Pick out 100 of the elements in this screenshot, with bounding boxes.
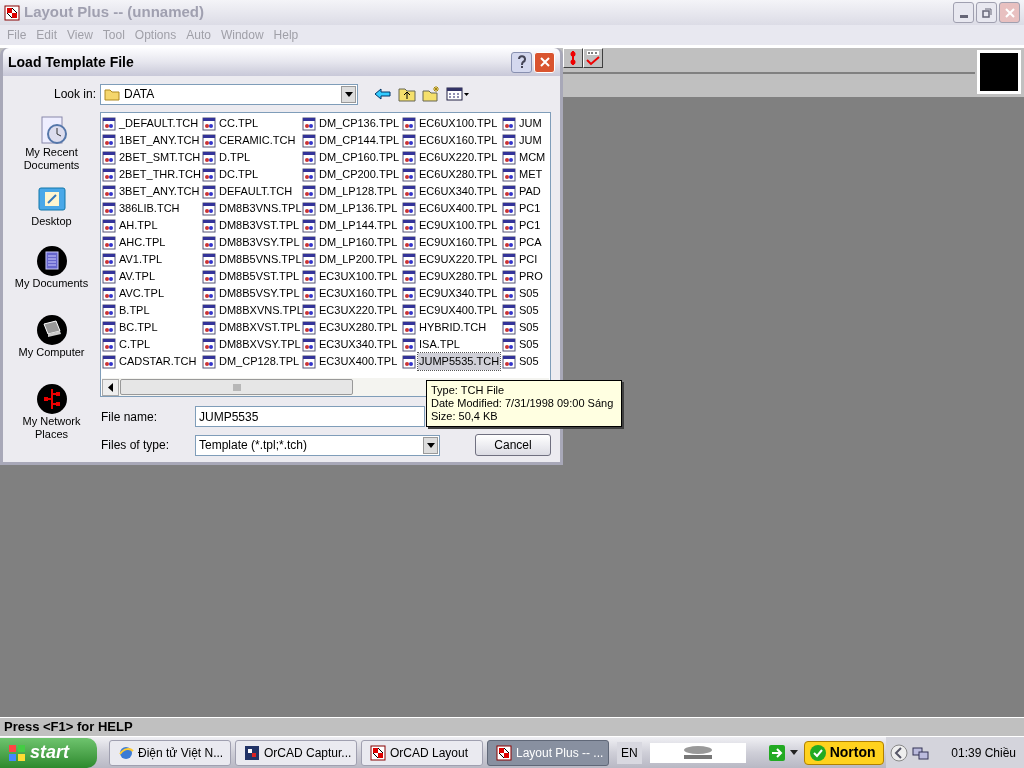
list-entry[interactable]: EC6UX340.TPL [418,183,499,200]
list-entry[interactable]: DC.TPL [218,166,260,183]
list-entry[interactable]: DM8BXVNS.TPL [218,302,304,319]
list-entry[interactable]: EC3UX400.TPL [318,353,399,370]
list-entry[interactable]: EC3UX100.TPL [318,268,399,285]
minimize-button[interactable] [953,2,974,23]
list-entry[interactable]: DM_LP128.TPL [318,183,399,200]
list-entry[interactable]: BC.TPL [118,319,159,336]
close-button[interactable] [999,2,1020,23]
list-entry[interactable]: EC9UX340.TPL [418,285,499,302]
list-entry[interactable]: DM8B5VST.TPL [218,268,301,285]
network-icon[interactable] [911,744,930,761]
list-entry[interactable]: DM8B5VNS.TPL [218,251,303,268]
list-entry[interactable]: C.TPL [118,336,152,353]
back-arrow-icon[interactable] [374,87,392,101]
toolbar-button[interactable] [563,48,583,68]
file-name-field[interactable]: JUMP5535 [195,406,425,427]
list-entry[interactable]: AVC.TPL [118,285,166,302]
list-entry[interactable]: EC6UX220.TPL [418,149,499,166]
list-entry[interactable]: DM8B5VSY.TPL [218,285,301,302]
dropdown-arrow-icon[interactable] [789,749,798,756]
scroll-thumb[interactable] [120,379,353,395]
list-entry[interactable]: JUMP5535.TCH [418,353,501,370]
list-entry[interactable]: DM8BXVSY.TPL [218,336,302,353]
list-entry[interactable]: PCA [518,234,543,251]
list-entry[interactable]: PRO [518,268,544,285]
list-entry[interactable]: MET [518,166,544,183]
list-entry[interactable]: DEFAULT.TCH [218,183,294,200]
list-entry[interactable]: EC9UX160.TPL [418,234,499,251]
list-entry[interactable]: S05 [518,285,540,302]
list-entry[interactable]: AHC.TPL [118,234,167,251]
list-entry[interactable]: JUM [518,132,543,149]
list-entry[interactable]: EC6UX160.TPL [418,132,499,149]
list-entry[interactable]: JUM [518,115,543,132]
list-entry[interactable]: DM_LP200.TPL [318,251,399,268]
list-entry[interactable]: DM_CP144.TPL [318,132,401,149]
help-button[interactable] [511,51,532,73]
places-item[interactable]: My Network Places [7,383,96,448]
list-entry[interactable]: D.TPL [218,149,252,166]
list-entry[interactable]: 1BET_ANY.TCH [118,132,201,149]
list-entry[interactable]: CADSTAR.TCH [118,353,198,370]
places-item[interactable]: My Documents [7,245,96,310]
list-entry[interactable]: DM_CP128.TPL [218,353,301,370]
taskbar-button[interactable]: OrCAD Captur... [235,739,357,766]
list-entry[interactable]: DM_CP160.TPL [318,149,401,166]
list-entry[interactable]: DM_LP160.TPL [318,234,399,251]
list-entry[interactable]: B.TPL [118,302,151,319]
list-entry[interactable]: EC3UX340.TPL [318,336,399,353]
color-swatch[interactable] [977,50,1021,94]
list-entry[interactable]: 3BET_ANY.TCH [118,183,201,200]
list-entry[interactable]: AH.TPL [118,217,159,234]
list-entry[interactable]: EC3UX280.TPL [318,319,399,336]
chevron-left-icon[interactable] [889,743,908,762]
list-entry[interactable]: CC.TPL [218,115,260,132]
list-entry[interactable]: CERAMIC.TCH [218,132,297,149]
list-entry[interactable]: EC9UX100.TPL [418,217,499,234]
list-entry[interactable]: AV1.TPL [118,251,164,268]
list-entry[interactable]: DM8BXVST.TPL [218,319,302,336]
list-entry[interactable]: EC6UX280.TPL [418,166,499,183]
list-entry[interactable]: S05 [518,353,540,370]
list-entry[interactable]: S05 [518,302,540,319]
list-entry[interactable]: EC3UX160.TPL [318,285,399,302]
norton-button[interactable]: Norton [803,740,884,765]
list-entry[interactable]: PC1 [518,217,542,234]
places-item[interactable]: My Computer [7,314,96,379]
list-entry[interactable]: PAD [518,183,542,200]
list-entry[interactable]: EC3UX220.TPL [318,302,399,319]
folder-up-icon[interactable] [398,86,416,102]
list-entry[interactable]: S05 [518,336,540,353]
list-entry[interactable]: EC6UX100.TPL [418,115,499,132]
taskbar-button[interactable]: Điện tử Việt N... [109,739,231,766]
taskbar-button[interactable]: OrCAD Layout [361,739,483,766]
file-type-dropdown[interactable]: Template (*.tpl;*.tch) [195,434,440,456]
maximize-button[interactable] [976,2,997,23]
list-entry[interactable]: DM8B3VST.TPL [218,217,301,234]
scroll-left-button[interactable] [102,378,119,396]
list-entry[interactable]: HYBRID.TCH [418,319,488,336]
list-entry[interactable]: EC9UX400.TPL [418,302,499,319]
list-entry[interactable]: _DEFAULT.TCH [118,115,200,132]
look-in-dropdown[interactable]: DATA [100,83,358,105]
list-entry[interactable]: ISA.TPL [418,336,461,353]
list-entry[interactable]: PCI [518,251,539,268]
view-menu-icon[interactable] [446,87,470,101]
drc-button[interactable] [583,48,603,68]
list-entry[interactable]: EC9UX280.TPL [418,268,499,285]
language-indicator[interactable]: EN [617,741,642,764]
list-entry[interactable]: 386LIB.TCH [118,200,181,217]
list-entry[interactable]: DM_CP136.TPL [318,115,401,132]
list-entry[interactable]: DM_LP136.TPL [318,200,399,217]
places-item[interactable]: My Recent Documents [7,114,96,179]
list-entry[interactable]: MCM [518,149,547,166]
list-entry[interactable]: DM8B3VSY.TPL [218,234,301,251]
list-entry[interactable]: DM_CP200.TPL [318,166,401,183]
list-entry[interactable]: 2BET_SMT.TCH [118,149,202,166]
list-entry[interactable]: AV.TPL [118,268,157,285]
list-entry[interactable]: S05 [518,319,540,336]
list-entry[interactable]: 2BET_THR.TCH [118,166,202,183]
places-item[interactable]: Desktop [7,183,96,241]
cancel-button[interactable]: Cancel [475,434,551,456]
list-entry[interactable]: PC1 [518,200,542,217]
